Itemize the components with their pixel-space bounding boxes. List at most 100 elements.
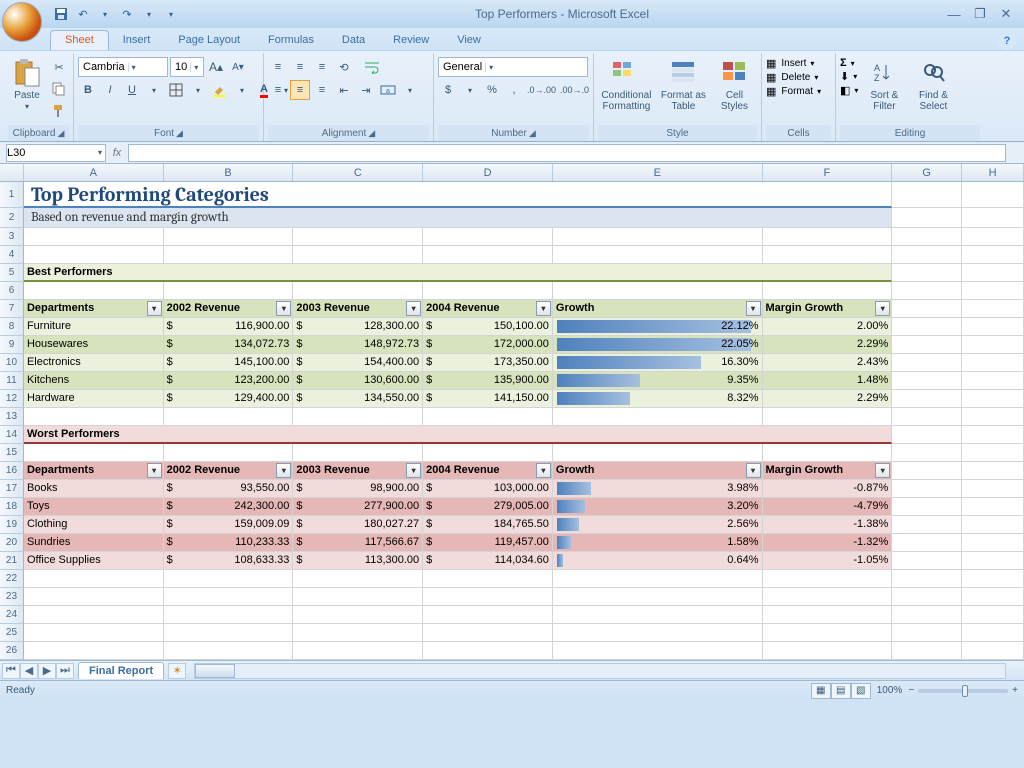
cell[interactable]	[293, 444, 423, 462]
save-icon[interactable]	[52, 5, 70, 23]
cell[interactable]	[892, 182, 962, 208]
row-header[interactable]: 21	[0, 552, 24, 570]
cell[interactable]: $135,900.00	[423, 372, 553, 390]
cell[interactable]: $134,550.00	[293, 390, 423, 408]
cell[interactable]	[892, 570, 962, 588]
cell[interactable]: $154,400.00	[293, 354, 423, 372]
cell[interactable]: Departments▾	[24, 300, 164, 318]
select-all-triangle[interactable]	[0, 164, 24, 181]
cell[interactable]: 2.56%	[553, 516, 763, 534]
new-sheet-icon[interactable]: ✶	[168, 663, 186, 679]
align-bottom-icon[interactable]: ≡	[312, 57, 332, 77]
cut-icon[interactable]: ✂	[49, 57, 69, 77]
cell[interactable]: 2.29%	[763, 390, 893, 408]
cell[interactable]: 2.00%	[763, 318, 893, 336]
find-select-button[interactable]: Find & Select	[910, 55, 956, 112]
cell[interactable]	[892, 588, 962, 606]
tab-page-layout[interactable]: Page Layout	[164, 31, 254, 50]
row-header[interactable]: 24	[0, 606, 24, 624]
minimize-button[interactable]: —	[944, 6, 964, 22]
cell[interactable]	[24, 408, 164, 426]
sort-filter-button[interactable]: AZ Sort & Filter	[861, 55, 907, 112]
cell[interactable]	[962, 588, 1024, 606]
cell[interactable]: $128,300.00	[293, 318, 423, 336]
cell[interactable]	[164, 642, 294, 660]
cell[interactable]	[24, 588, 164, 606]
cell[interactable]	[962, 624, 1024, 642]
cell[interactable]	[892, 606, 962, 624]
format-as-table-button[interactable]: Format as Table	[658, 55, 709, 112]
cell[interactable]: 3.20%	[553, 498, 763, 516]
zoom-level[interactable]: 100%	[877, 685, 903, 696]
cell[interactable]	[164, 606, 294, 624]
cell[interactable]	[892, 498, 962, 516]
cell[interactable]	[892, 480, 962, 498]
col-header-F[interactable]: F	[763, 164, 893, 181]
cell[interactable]	[962, 462, 1024, 480]
cell[interactable]: $180,027.27	[293, 516, 423, 534]
cell[interactable]	[892, 228, 962, 246]
cell[interactable]: 2.29%	[763, 336, 893, 354]
redo-icon[interactable]: ↷	[118, 5, 136, 23]
filter-dropdown-icon[interactable]: ▾	[875, 463, 890, 478]
filter-dropdown-icon[interactable]: ▾	[276, 301, 291, 316]
cell[interactable]	[423, 246, 553, 264]
cell[interactable]: $110,233.33	[164, 534, 294, 552]
row-header[interactable]: 10	[0, 354, 24, 372]
cell[interactable]	[293, 642, 423, 660]
insert-cells-button[interactable]: ▦Insert▾	[766, 57, 814, 70]
percent-icon[interactable]: %	[482, 80, 502, 100]
cell[interactable]: $150,100.00	[423, 318, 553, 336]
cell[interactable]	[293, 282, 423, 300]
cell[interactable]: 2004 Revenue▾	[423, 300, 553, 318]
name-box[interactable]: L30▾	[6, 144, 106, 162]
cell[interactable]	[24, 642, 164, 660]
cell[interactable]	[763, 246, 893, 264]
cell[interactable]: $113,300.00	[293, 552, 423, 570]
row-header[interactable]: 16	[0, 462, 24, 480]
cell[interactable]	[293, 606, 423, 624]
cell[interactable]: Growth▾	[553, 462, 763, 480]
col-header-D[interactable]: D	[423, 164, 553, 181]
cell[interactable]	[892, 264, 962, 282]
view-page-layout-icon[interactable]: ▤	[831, 683, 851, 699]
cell[interactable]	[553, 570, 763, 588]
cell[interactable]	[164, 624, 294, 642]
font-size-combo[interactable]: 10▾	[170, 57, 204, 77]
border-dropdown[interactable]: ▾	[188, 80, 208, 100]
conditional-formatting-button[interactable]: Conditional Formatting	[598, 55, 655, 112]
filter-dropdown-icon[interactable]: ▾	[746, 463, 761, 478]
cell[interactable]: $117,566.67	[293, 534, 423, 552]
cell[interactable]	[962, 372, 1024, 390]
number-dialog-launcher[interactable]: ◢	[529, 128, 536, 139]
cell[interactable]	[164, 570, 294, 588]
close-button[interactable]: ✕	[996, 6, 1016, 22]
cell[interactable]: $159,009.09	[164, 516, 294, 534]
align-middle-icon[interactable]: ≡	[290, 57, 310, 77]
format-painter-icon[interactable]	[49, 101, 69, 121]
cell[interactable]	[24, 570, 164, 588]
cell[interactable]: Toys	[24, 498, 164, 516]
row-header[interactable]: 1	[0, 182, 24, 208]
cell[interactable]	[962, 208, 1024, 228]
tab-nav-last-icon[interactable]: ⏭	[56, 663, 74, 679]
cell[interactable]	[553, 588, 763, 606]
cell[interactable]	[763, 444, 893, 462]
col-header-C[interactable]: C	[293, 164, 423, 181]
cell[interactable]	[962, 318, 1024, 336]
row-header[interactable]: 20	[0, 534, 24, 552]
underline-button[interactable]: U	[122, 80, 142, 100]
cell[interactable]: $114,034.60	[423, 552, 553, 570]
cell[interactable]	[892, 354, 962, 372]
cell[interactable]: $103,000.00	[423, 480, 553, 498]
row-header[interactable]: 6	[0, 282, 24, 300]
clear-button[interactable]: ◧▾	[840, 84, 858, 97]
cell[interactable]: $116,900.00	[164, 318, 294, 336]
cell[interactable]: $148,972.73	[293, 336, 423, 354]
zoom-out-button[interactable]: −	[908, 685, 914, 696]
row-header[interactable]: 4	[0, 246, 24, 264]
zoom-in-button[interactable]: +	[1012, 685, 1018, 696]
redo-dropdown-icon[interactable]: ▾	[140, 5, 158, 23]
row-header[interactable]: 13	[0, 408, 24, 426]
alignment-dialog-launcher[interactable]: ◢	[368, 128, 375, 139]
